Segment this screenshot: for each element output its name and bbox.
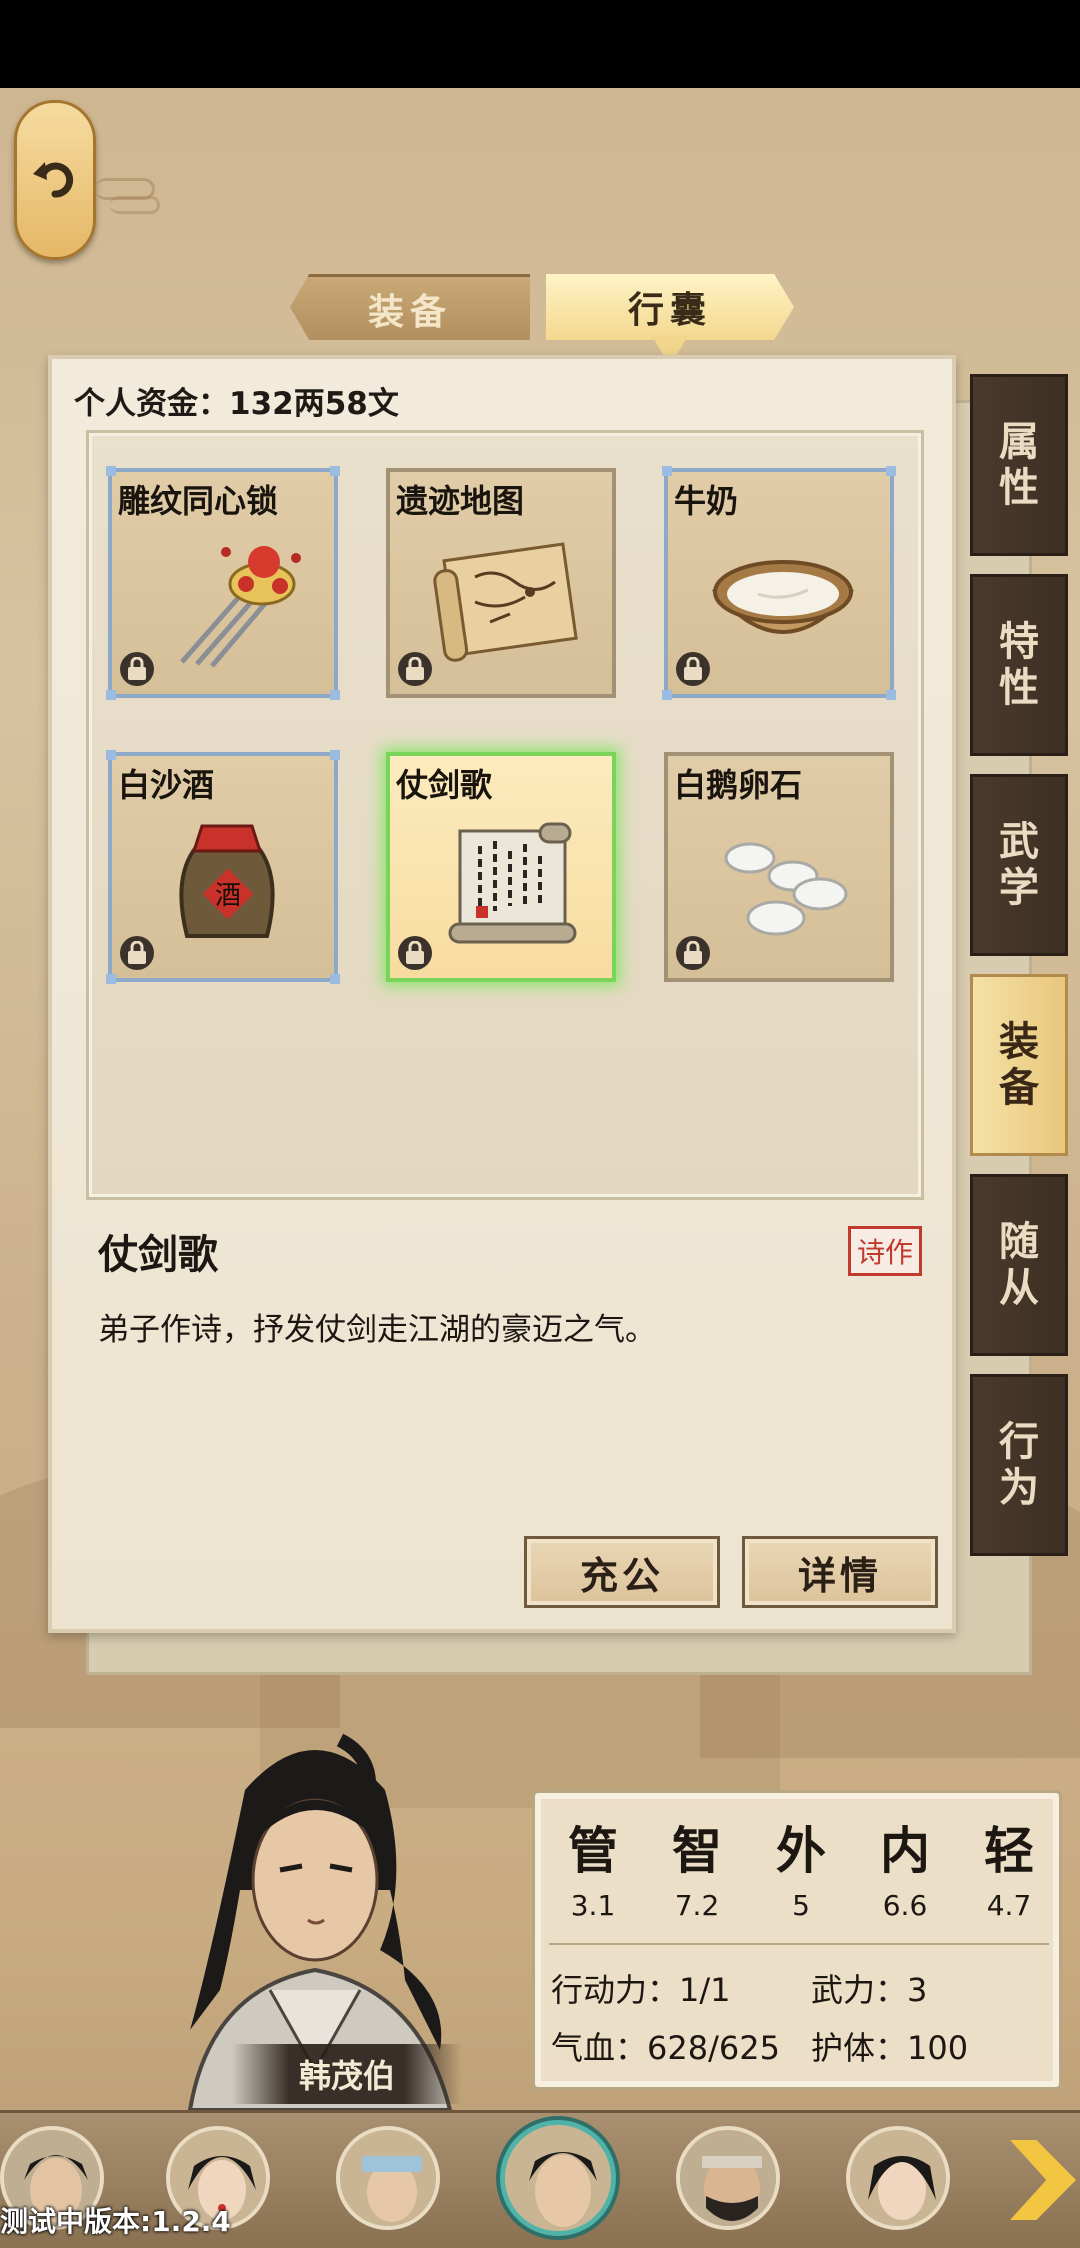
item-name: 白沙酒 (118, 766, 215, 804)
item-slot-selected[interactable]: 仗剑歌 (386, 752, 616, 982)
item-name: 牛奶 (674, 482, 739, 520)
selected-item-name: 仗剑歌 (98, 1232, 218, 1278)
disciple-avatar-selected[interactable] (500, 2120, 616, 2236)
stat-label: 智 (672, 1821, 722, 1880)
stat-value: 3.1 (570, 1889, 616, 1922)
stat-internal: 内 6.6 (865, 1811, 945, 1922)
item-name: 遗迹地图 (396, 482, 525, 520)
item-slot[interactable]: 雕纹同心锁 (106, 466, 340, 700)
stat-label: 管 (568, 1821, 618, 1880)
hairpin-icon (180, 546, 301, 668)
personal-funds: 个人资金：132两58文 (74, 386, 399, 422)
stat-value: 5 (792, 1889, 810, 1922)
side-tab-behavior[interactable]: 行为 (970, 1374, 1068, 1556)
side-tab-attributes[interactable]: 属性 (970, 374, 1068, 556)
lock-icon (398, 936, 432, 970)
side-tab-equipment[interactable]: 装备 (970, 974, 1068, 1156)
side-tab-followers[interactable]: 随从 (970, 1174, 1068, 1356)
cloud-ornament (110, 196, 160, 214)
stat-external: 外 5 (761, 1811, 841, 1922)
back-arrow-icon (33, 162, 74, 198)
character-name: 韩茂伯 (232, 2044, 462, 2104)
tab-equipment[interactable]: 装备 (290, 274, 530, 340)
poem-scroll-icon (448, 822, 577, 944)
action-power: 行动力：1/1 (551, 1971, 731, 2009)
hp: 气血：628/625 (551, 2029, 780, 2067)
milk-bowl-icon (711, 560, 855, 634)
item-slot[interactable]: 白沙酒 酒 (106, 750, 340, 984)
stat-label: 轻 (984, 1821, 1034, 1880)
lock-icon (398, 652, 432, 686)
stat-intelligence: 智 7.2 (657, 1811, 737, 1922)
side-tab-label: 属性 (999, 419, 1039, 511)
martial-power: 武力：3 (811, 1971, 928, 2009)
side-tab-label: 特性 (999, 619, 1039, 711)
item-slot[interactable]: 白鹅卵石 (664, 752, 894, 982)
pebbles-icon (724, 842, 848, 936)
divider (549, 1943, 1049, 1945)
item-name: 雕纹同心锁 (118, 482, 279, 520)
stat-agility: 轻 4.7 (969, 1811, 1049, 1922)
donate-button[interactable]: 充公 (524, 1536, 720, 1608)
disciple-avatar[interactable] (676, 2126, 780, 2230)
lock-icon (676, 652, 710, 686)
details-button[interactable]: 详情 (742, 1536, 938, 1608)
back-button[interactable] (14, 100, 96, 260)
lock-icon (120, 936, 154, 970)
side-tab-label: 行为 (999, 1419, 1039, 1511)
item-name: 仗剑歌 (396, 766, 493, 804)
item-slot[interactable]: 牛奶 (662, 466, 896, 700)
side-tab-martial-arts[interactable]: 武学 (970, 774, 1068, 956)
stat-value: 7.2 (674, 1889, 720, 1922)
selected-item-description: 弟子作诗，抒发仗剑走江湖的豪迈之气。 (98, 1312, 656, 1348)
item-slot[interactable]: 遗迹地图 (386, 468, 616, 698)
side-tab-label: 武学 (999, 819, 1039, 911)
status-bar (0, 0, 1080, 88)
map-scroll-icon (433, 542, 578, 662)
wine-label: 酒 (215, 881, 241, 911)
side-tab-label: 随从 (999, 1219, 1039, 1311)
side-tab-label: 装备 (999, 1019, 1039, 1111)
side-tab-traits[interactable]: 特性 (970, 574, 1068, 756)
tab-bag[interactable]: 行囊 (546, 274, 794, 340)
disciple-avatar[interactable] (846, 2126, 950, 2230)
item-category-badge: 诗作 (848, 1226, 923, 1276)
stat-value: 6.6 (882, 1889, 928, 1922)
stat-label: 内 (880, 1821, 930, 1880)
stat-management: 管 3.1 (553, 1811, 633, 1922)
wine-jar-icon: 酒 (179, 824, 275, 938)
disciple-avatar[interactable] (336, 2126, 440, 2230)
lock-icon (676, 936, 710, 970)
version-label: 测试中版本:1.2.4 (0, 2205, 231, 2238)
item-name: 白鹅卵石 (674, 766, 803, 804)
stat-value: 4.7 (986, 1889, 1032, 1922)
stats-panel: 管 3.1 智 7.2 外 5 内 6.6 轻 4.7 行动力：1/1 武力：3… (532, 1790, 1062, 2090)
defense: 护体：100 (811, 2029, 969, 2067)
stat-label: 外 (776, 1821, 826, 1880)
lock-icon (120, 652, 154, 686)
